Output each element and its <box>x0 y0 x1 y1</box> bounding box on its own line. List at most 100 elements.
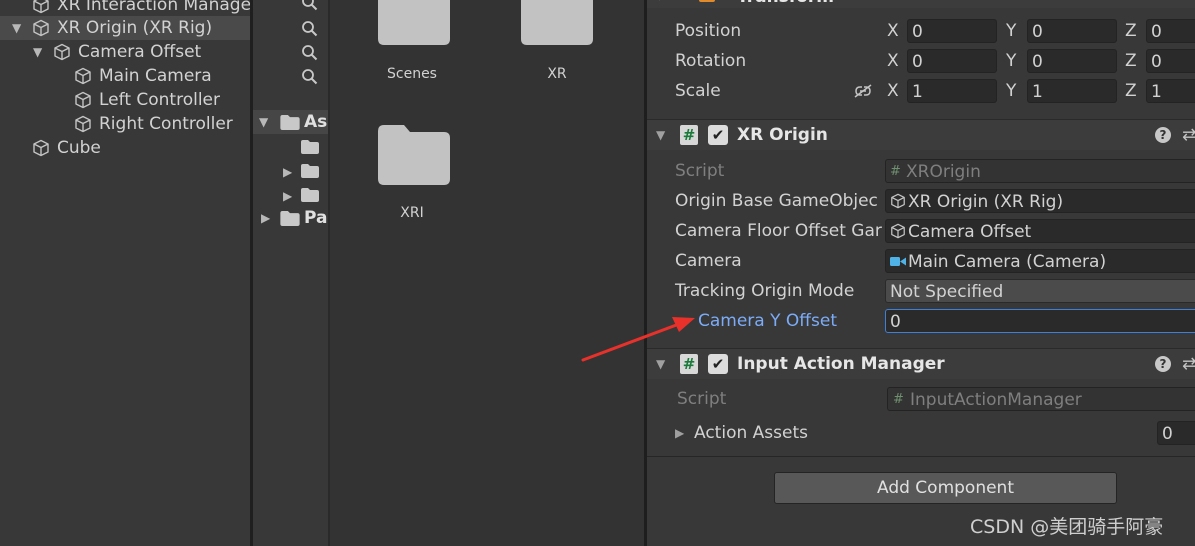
hierarchy-item-label: Camera Offset <box>78 42 202 62</box>
tree-item-label: As <box>304 112 328 132</box>
gameobject-cube-icon <box>32 19 50 37</box>
transform-icon <box>699 0 715 2</box>
fold-down-icon[interactable]: ▼ <box>33 40 42 64</box>
search-filter-icon[interactable] <box>301 44 319 62</box>
rotation-z-field[interactable]: 0 <box>1146 49 1195 73</box>
input-action-script-row: Script # InputActionManager <box>647 384 1195 414</box>
origin-base-gameobject-field[interactable]: XR Origin (XR Rig) <box>885 189 1195 213</box>
position-x-field[interactable]: 0 <box>907 19 997 43</box>
component-enabled-checkbox[interactable]: ✔ <box>708 354 728 374</box>
fold-down-icon[interactable]: ▼ <box>655 0 664 2</box>
rotation-x-field[interactable]: 0 <box>907 49 997 73</box>
camera-icon <box>890 257 906 266</box>
axis-label-x[interactable]: X <box>887 16 899 46</box>
search-filter-icon[interactable] <box>301 0 319 12</box>
fold-right-icon[interactable]: ▶ <box>261 206 270 230</box>
field-label: Script <box>677 389 727 409</box>
add-component-button[interactable]: Add Component <box>774 472 1117 504</box>
axis-label-x[interactable]: X <box>887 46 899 76</box>
fold-down-icon[interactable]: ▼ <box>12 16 21 40</box>
origin-base-gameobject-row: Origin Base GameObjec XR Origin (XR Rig) <box>647 186 1195 216</box>
gameobject-cube-icon <box>890 193 906 209</box>
hierarchy-item-label: XR Interaction Manage <box>57 0 250 15</box>
open-folder-icon <box>280 115 300 130</box>
search-filter-icon[interactable] <box>301 20 319 38</box>
scale-x-field[interactable]: 1 <box>907 79 997 103</box>
position-z-field[interactable]: 0 <box>1146 19 1195 43</box>
fold-right-icon[interactable]: ▶ <box>283 160 292 184</box>
asset-folder-label: XR <box>547 66 567 82</box>
input-action-manager-header[interactable]: ▼ # ✔ Input Action Manager ? ⇄ <box>647 348 1195 379</box>
axis-label-z[interactable]: Z <box>1125 46 1137 76</box>
camera-row: Camera Main Camera (Camera) <box>647 246 1195 276</box>
hierarchy-item-xr-origin[interactable]: ▼ XR Origin (XR Rig) <box>0 16 250 40</box>
inspector-panel: ▼ Transform Position X 0 Y 0 Z 0 Rotatio… <box>647 0 1195 546</box>
axis-label-y[interactable]: Y <box>1006 46 1016 76</box>
script-component-icon: # <box>680 125 698 145</box>
xr-origin-component-header[interactable]: ▼ # ✔ XR Origin ? ⇄ <box>647 119 1195 150</box>
search-filter-icon[interactable] <box>301 68 319 86</box>
help-icon[interactable]: ? <box>1155 356 1171 372</box>
position-y-field[interactable]: 0 <box>1027 19 1117 43</box>
tracking-origin-mode-dropdown[interactable]: Not Specified <box>885 279 1195 303</box>
transform-rotation-row: Rotation X 0 Y 0 Z 0 <box>647 46 1195 76</box>
settings-menu-icon[interactable]: ⇄ <box>1182 120 1195 150</box>
gameobject-cube-icon <box>32 139 50 157</box>
field-label: Camera <box>675 251 742 271</box>
field-label: Position <box>675 21 742 41</box>
scale-y-field[interactable]: 1 <box>1027 79 1117 103</box>
camera-y-offset-row: Camera Y Offset 0 <box>647 306 1195 336</box>
camera-field[interactable]: Main Camera (Camera) <box>885 249 1195 273</box>
script-file-icon: # <box>893 392 904 407</box>
transform-header[interactable]: ▼ Transform <box>647 0 1195 8</box>
fold-down-icon[interactable]: ▼ <box>259 110 268 134</box>
camera-y-offset-field[interactable]: 0 <box>885 309 1195 333</box>
asset-folder-scenes[interactable]: Scenes <box>365 0 465 90</box>
transform-scale-row: Scale X 1 Y 1 Z 1 <box>647 76 1195 106</box>
action-assets-row[interactable]: ▶ Action Assets 0 <box>647 418 1195 448</box>
help-icon[interactable]: ? <box>1155 127 1171 143</box>
hierarchy-item-right-controller[interactable]: Right Controller <box>0 112 250 136</box>
hierarchy-item-camera-offset[interactable]: ▼ Camera Offset <box>0 40 250 64</box>
tree-item-assets[interactable]: ▼ As <box>253 110 328 134</box>
rotation-y-field[interactable]: 0 <box>1027 49 1117 73</box>
fold-right-icon[interactable]: ▶ <box>283 184 292 208</box>
axis-label-y[interactable]: Y <box>1006 76 1016 106</box>
folder-icon[interactable] <box>301 188 319 202</box>
script-file-icon: # <box>890 164 901 179</box>
axis-label-y[interactable]: Y <box>1006 16 1016 46</box>
gameobject-cube-icon <box>74 115 92 133</box>
hierarchy-item-label: Right Controller <box>99 114 233 134</box>
axis-label-z[interactable]: Z <box>1125 76 1137 106</box>
asset-folder-label: Scenes <box>387 66 437 82</box>
link-scale-icon[interactable] <box>853 83 873 99</box>
axis-label-x[interactable]: X <box>887 76 899 106</box>
scale-z-field[interactable]: 1 <box>1146 79 1195 103</box>
assets-grid: Scenes XR XRI <box>330 0 644 546</box>
object-reference-value: Main Camera (Camera) <box>908 252 1107 272</box>
hierarchy-item-left-controller[interactable]: Left Controller <box>0 88 250 112</box>
component-enabled-checkbox[interactable]: ✔ <box>708 125 728 145</box>
fold-right-icon[interactable]: ▶ <box>675 418 684 448</box>
hierarchy-item-xr-interaction-manager[interactable]: XR Interaction Manage <box>0 0 250 17</box>
hierarchy-item-label: XR Origin (XR Rig) <box>57 18 213 38</box>
field-label: Camera Y Offset <box>698 311 837 331</box>
tree-item-packages[interactable]: ▶ Pa <box>253 206 328 230</box>
action-assets-size-field[interactable]: 0 <box>1157 421 1195 445</box>
axis-label-z[interactable]: Z <box>1125 16 1137 46</box>
asset-folder-xri[interactable]: XRI <box>365 120 465 230</box>
script-name: XROrigin <box>906 162 981 182</box>
hierarchy-item-label: Main Camera <box>99 66 212 86</box>
fold-down-icon[interactable]: ▼ <box>656 120 665 150</box>
gameobject-cube-icon <box>74 67 92 85</box>
asset-folder-label: XRI <box>400 205 424 221</box>
settings-menu-icon[interactable]: ⇄ <box>1182 349 1195 379</box>
annotation-arrow <box>581 317 695 362</box>
asset-folder-xr[interactable]: XR <box>508 0 608 90</box>
camera-floor-offset-field[interactable]: Camera Offset <box>885 219 1195 243</box>
folder-icon[interactable] <box>301 164 319 178</box>
hierarchy-item-main-camera[interactable]: Main Camera <box>0 64 250 88</box>
folder-icon[interactable] <box>301 140 319 154</box>
field-label: Camera Floor Offset Gar <box>675 221 882 241</box>
hierarchy-item-cube[interactable]: Cube <box>0 136 250 160</box>
